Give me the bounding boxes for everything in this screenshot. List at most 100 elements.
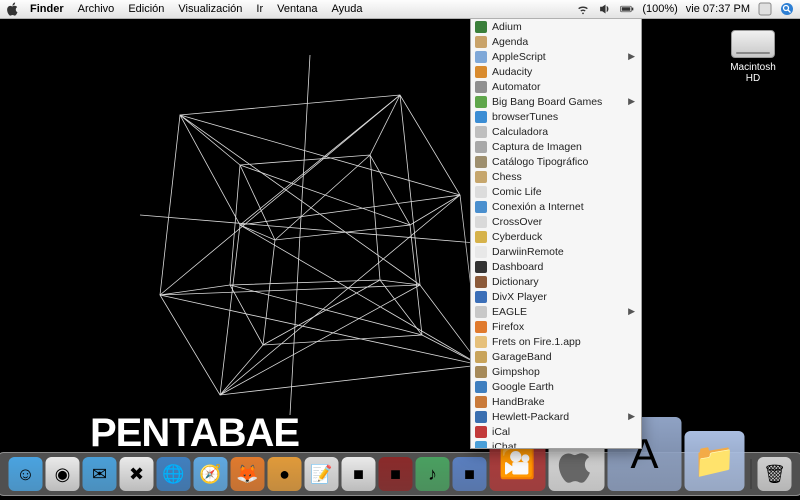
app-menu-label: HandBrake bbox=[492, 396, 635, 408]
app-menu-label: AppleScript bbox=[492, 51, 628, 63]
app-icon bbox=[475, 291, 487, 303]
app-menu-item[interactable]: CrossOver bbox=[471, 214, 641, 229]
app-menu-item[interactable]: iCal bbox=[471, 424, 641, 439]
app-icon bbox=[475, 81, 487, 93]
app-menu-item[interactable]: Frets on Fire.1.app bbox=[471, 334, 641, 349]
app-icon bbox=[475, 366, 487, 378]
hd-label: Macintosh HD bbox=[724, 62, 782, 84]
app-menu-label: DivX Player bbox=[492, 291, 635, 303]
menu-archivo[interactable]: Archivo bbox=[78, 3, 115, 15]
app-icon bbox=[475, 321, 487, 333]
dock-app-orange-icon[interactable]: ● bbox=[268, 457, 302, 491]
menu-ir[interactable]: Ir bbox=[256, 3, 263, 15]
app-icon bbox=[475, 141, 487, 153]
menubar: Finder Archivo Edición Visualización Ir … bbox=[0, 0, 800, 19]
battery-label: (100%) bbox=[642, 3, 677, 15]
dock-google-earth-icon[interactable]: 🌐 bbox=[157, 457, 191, 491]
app-menu-item[interactable]: HandBrake bbox=[471, 394, 641, 409]
dock-app-x-icon[interactable]: ✖ bbox=[120, 457, 154, 491]
app-menu-item[interactable]: Big Bang Board Games▶ bbox=[471, 94, 641, 109]
app-menu-item[interactable]: Hewlett-Packard▶ bbox=[471, 409, 641, 424]
app-icon bbox=[475, 396, 487, 408]
app-menu-item[interactable]: AppleScript▶ bbox=[471, 49, 641, 64]
menu-ventana[interactable]: Ventana bbox=[277, 3, 317, 15]
app-menu-label: Firefox bbox=[492, 321, 635, 333]
app-menu-label: Dictionary bbox=[492, 276, 635, 288]
app-menu-item[interactable]: Automator bbox=[471, 79, 641, 94]
app-menu-item[interactable]: Cyberduck bbox=[471, 229, 641, 244]
app-menu-label: Frets on Fire.1.app bbox=[492, 336, 635, 348]
app-menu-item[interactable]: Adium bbox=[471, 19, 641, 34]
wifi-icon[interactable] bbox=[576, 2, 590, 16]
dock-finder-icon[interactable]: ☺ bbox=[9, 457, 43, 491]
app-menu-item[interactable]: DarwiinRemote bbox=[471, 244, 641, 259]
pref-icon[interactable] bbox=[758, 2, 772, 16]
dock[interactable]: ☺◉✉✖🌐🧭🦊●📝■■♪■🎦A📁🗑 bbox=[0, 452, 800, 496]
app-menu-item[interactable]: Agenda bbox=[471, 34, 641, 49]
menu-ayuda[interactable]: Ayuda bbox=[332, 3, 363, 15]
dock-app-blue2-icon[interactable]: ■ bbox=[453, 457, 487, 491]
app-icon bbox=[475, 21, 487, 33]
dock-safari-icon[interactable]: 🧭 bbox=[194, 457, 228, 491]
app-menu-label: Dashboard bbox=[492, 261, 635, 273]
app-menu-label: iCal bbox=[492, 426, 635, 438]
app-menu-item[interactable]: Google Earth bbox=[471, 379, 641, 394]
menu-edicion[interactable]: Edición bbox=[128, 3, 164, 15]
app-menu-item[interactable]: Dictionary bbox=[471, 274, 641, 289]
dock-trash-icon[interactable]: 🗑 bbox=[758, 457, 792, 491]
app-icon bbox=[475, 246, 487, 258]
app-menu-label: Google Earth bbox=[492, 381, 635, 393]
app-menu-label: Captura de Imagen bbox=[492, 141, 635, 153]
dock-itunes-icon[interactable]: ♪ bbox=[416, 457, 450, 491]
app-menu-item[interactable]: Catálogo Tipográfico bbox=[471, 154, 641, 169]
dock-textedit-icon[interactable]: 📝 bbox=[305, 457, 339, 491]
app-menu-label: Agenda bbox=[492, 36, 635, 48]
app-menu-item[interactable]: Conexión a Internet bbox=[471, 199, 641, 214]
app-menu-item[interactable]: Dashboard bbox=[471, 259, 641, 274]
app-icon bbox=[475, 96, 487, 108]
dock-dashboard-icon[interactable]: ◉ bbox=[46, 457, 80, 491]
app-menu-item[interactable]: Captura de Imagen bbox=[471, 139, 641, 154]
app-menu-item[interactable]: Comic Life bbox=[471, 184, 641, 199]
app-icon bbox=[475, 171, 487, 183]
battery-icon[interactable] bbox=[620, 2, 634, 16]
dock-mail-icon[interactable]: ✉ bbox=[83, 457, 117, 491]
dock-app-red-icon[interactable]: ■ bbox=[379, 457, 413, 491]
app-menu-label: Gimpshop bbox=[492, 366, 635, 378]
app-menu-item[interactable]: GarageBand bbox=[471, 349, 641, 364]
spotlight-icon[interactable] bbox=[780, 2, 794, 16]
app-icon bbox=[475, 126, 487, 138]
dock-app-dark-icon[interactable]: ■ bbox=[342, 457, 376, 491]
dock-separator bbox=[751, 459, 752, 489]
app-menu-item[interactable]: Audacity bbox=[471, 64, 641, 79]
app-menu-label: Comic Life bbox=[492, 186, 635, 198]
app-menu-item[interactable]: iChat bbox=[471, 439, 641, 449]
app-menu-item[interactable]: EAGLE▶ bbox=[471, 304, 641, 319]
app-menu-item[interactable]: Gimpshop bbox=[471, 364, 641, 379]
applications-popup-menu[interactable]: AdiumAgendaAppleScript▶AudacityAutomator… bbox=[470, 19, 642, 449]
submenu-arrow-icon: ▶ bbox=[628, 51, 635, 62]
menu-visualizacion[interactable]: Visualización bbox=[178, 3, 242, 15]
dock-documents-folder-icon[interactable]: 📁 bbox=[685, 431, 745, 491]
app-icon bbox=[475, 156, 487, 168]
app-menu-item[interactable]: Firefox bbox=[471, 319, 641, 334]
dock-firefox-icon[interactable]: 🦊 bbox=[231, 457, 265, 491]
app-menu-label: Automator bbox=[492, 81, 635, 93]
app-menu-item[interactable]: Chess bbox=[471, 169, 641, 184]
app-menu-item[interactable]: browserTunes bbox=[471, 109, 641, 124]
app-icon bbox=[475, 441, 487, 450]
volume-icon[interactable] bbox=[598, 2, 612, 16]
macintosh-hd-icon[interactable]: Macintosh HD bbox=[724, 30, 782, 84]
app-menu-label: Hewlett-Packard bbox=[492, 411, 628, 423]
clock[interactable]: vie 07:37 PM bbox=[686, 3, 750, 15]
app-menu-item[interactable]: Calculadora bbox=[471, 124, 641, 139]
app-icon bbox=[475, 186, 487, 198]
submenu-arrow-icon: ▶ bbox=[628, 306, 635, 317]
app-name[interactable]: Finder bbox=[30, 3, 64, 15]
app-menu-label: Cyberduck bbox=[492, 231, 635, 243]
submenu-arrow-icon: ▶ bbox=[628, 96, 635, 107]
app-menu-label: iChat bbox=[492, 441, 635, 450]
app-icon bbox=[475, 111, 487, 123]
app-menu-item[interactable]: DivX Player bbox=[471, 289, 641, 304]
apple-logo-icon[interactable] bbox=[6, 2, 20, 16]
